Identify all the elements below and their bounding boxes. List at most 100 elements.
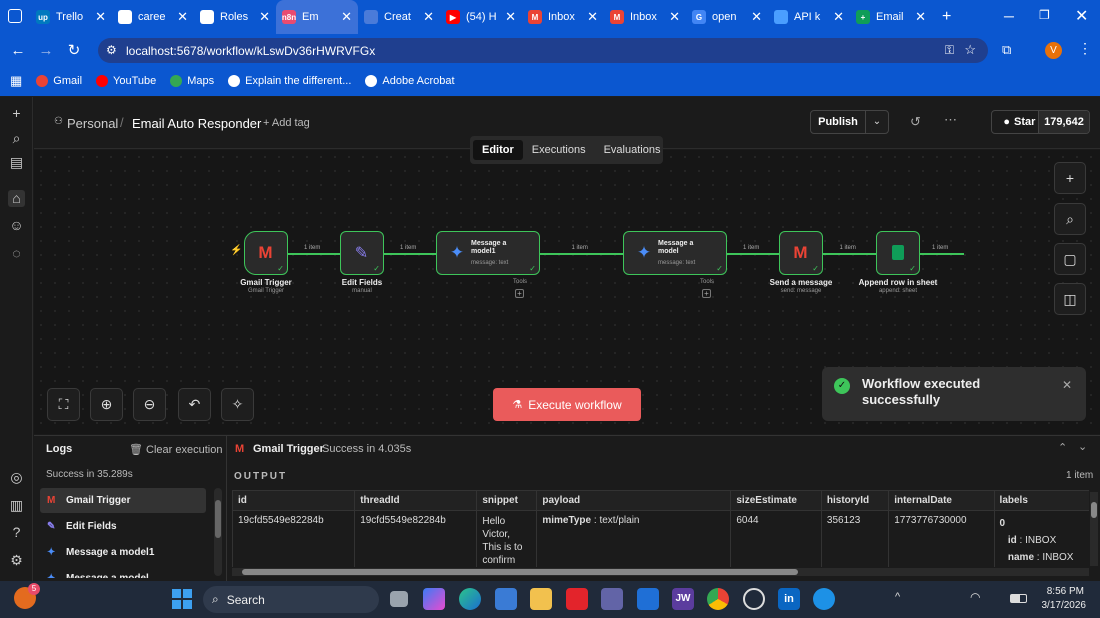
tab-close-icon[interactable]: ✕ bbox=[259, 9, 270, 25]
user-icon[interactable]: ☺ bbox=[8, 217, 25, 234]
log-item[interactable]: ✦ Message a model bbox=[40, 566, 206, 578]
tab-close-icon[interactable]: ✕ bbox=[669, 9, 680, 25]
wps-icon[interactable] bbox=[566, 588, 588, 610]
browser-tab[interactable]: n8n Em ✕ bbox=[276, 0, 358, 34]
publish-button[interactable]: Publish ⌄ bbox=[810, 110, 889, 134]
add-tool-icon[interactable]: + bbox=[702, 289, 711, 298]
tab-evaluations[interactable]: Evaluations bbox=[595, 140, 670, 160]
column-header[interactable]: threadId bbox=[354, 490, 478, 511]
tab-close-icon[interactable]: ✕ bbox=[505, 9, 516, 25]
apps-grid-icon[interactable]: ▦ bbox=[10, 73, 22, 89]
teams-icon[interactable] bbox=[601, 588, 623, 610]
node-connection[interactable] bbox=[288, 253, 340, 255]
add-tag-link[interactable]: + Add tag bbox=[263, 117, 310, 129]
add-icon[interactable]: + bbox=[8, 105, 25, 122]
github-star-button[interactable]: ● Star 179,642 bbox=[991, 110, 1090, 134]
workflow-node[interactable]: ✦ ✓ Message a model message: text bbox=[623, 231, 727, 275]
browser-menu-icon[interactable]: ⋮ bbox=[1078, 40, 1092, 57]
logs-scrollbar[interactable] bbox=[214, 488, 222, 576]
tab-close-icon[interactable]: ✕ bbox=[177, 9, 188, 25]
sidebar-toggle-icon[interactable]: ▤ bbox=[8, 154, 25, 171]
zoom-out-icon[interactable]: ⊖ bbox=[133, 388, 166, 421]
project-breadcrumb[interactable]: Personal bbox=[67, 116, 118, 131]
column-header[interactable]: internalDate bbox=[888, 490, 995, 511]
workflow-node[interactable]: M ✓ bbox=[779, 231, 823, 275]
workflow-canvas[interactable]: Editor Executions Evaluations M ✓ Gmail Trig… bbox=[34, 136, 1100, 434]
bookmark-star-icon[interactable]: ☆ bbox=[964, 42, 976, 58]
tab-editor[interactable]: Editor bbox=[473, 140, 523, 160]
search-icon[interactable]: ⌕ bbox=[8, 130, 25, 147]
log-item[interactable]: M Gmail Trigger bbox=[40, 488, 206, 513]
column-header[interactable]: id bbox=[232, 490, 356, 511]
table-vertical-scrollbar[interactable] bbox=[1090, 492, 1098, 566]
workflow-node[interactable]: M ✓ bbox=[244, 231, 288, 275]
tab-executions[interactable]: Executions bbox=[523, 140, 595, 160]
docker-icon[interactable] bbox=[813, 588, 835, 610]
tab-search-icon[interactable] bbox=[8, 9, 22, 23]
help-icon[interactable]: ? bbox=[8, 524, 25, 541]
bookmark-item[interactable]: Gmail bbox=[36, 75, 82, 87]
column-header[interactable]: payload bbox=[536, 490, 732, 511]
close-panel-icon[interactable]: ⌄ bbox=[1078, 440, 1087, 453]
home-icon[interactable]: ⌂ bbox=[8, 190, 25, 207]
history-icon[interactable]: ↺ bbox=[910, 114, 921, 130]
close-window-icon[interactable]: ✕ bbox=[1075, 6, 1088, 26]
mail-app-icon[interactable] bbox=[637, 588, 659, 610]
node-connection[interactable] bbox=[727, 253, 779, 255]
chevron-down-icon[interactable]: ⌄ bbox=[866, 111, 888, 133]
workflow-node[interactable]: ✎ ✓ bbox=[340, 231, 384, 275]
templates-icon[interactable]: ◎ bbox=[8, 469, 25, 486]
bookmark-item[interactable]: Maps bbox=[170, 75, 214, 87]
log-item[interactable]: ✎ Edit Fields bbox=[40, 514, 206, 539]
table-horizontal-scrollbar[interactable] bbox=[232, 568, 1089, 576]
jw-app-icon[interactable]: JW bbox=[672, 588, 694, 610]
column-header[interactable]: historyId bbox=[820, 490, 890, 511]
clear-execution-button[interactable]: 🗑︎ Clear execution bbox=[129, 443, 222, 456]
column-header[interactable]: sizeEstimate bbox=[730, 490, 822, 511]
settings-icon[interactable]: ⚙ bbox=[8, 552, 25, 569]
back-icon[interactable]: ← bbox=[4, 42, 32, 59]
node-connection[interactable] bbox=[384, 253, 436, 255]
insights-icon[interactable]: ▥ bbox=[8, 497, 25, 514]
linkedin-icon[interactable]: in bbox=[778, 588, 800, 610]
forward-icon[interactable]: → bbox=[32, 42, 60, 59]
task-view-icon[interactable] bbox=[390, 591, 408, 607]
tab-close-icon[interactable]: ✕ bbox=[915, 9, 926, 25]
browser-tab[interactable]: Gopen ✕ bbox=[686, 0, 768, 34]
tab-close-icon[interactable]: ✕ bbox=[341, 9, 352, 25]
execute-workflow-button[interactable]: ⚗ Execute workflow bbox=[493, 388, 641, 421]
weather-widget-icon[interactable]: 5 bbox=[14, 583, 40, 609]
node-connection[interactable] bbox=[920, 253, 964, 255]
new-tab-button[interactable]: + bbox=[942, 8, 951, 26]
clock-date[interactable]: 3/17/2026 bbox=[1030, 600, 1087, 611]
taskbar-search[interactable]: ⌕ Search bbox=[203, 586, 379, 613]
bookmark-item[interactable]: Adobe Acrobat bbox=[365, 75, 455, 87]
zoom-in-icon[interactable]: ⊕ bbox=[90, 388, 123, 421]
browser-tab[interactable]: M Inbox ✕ bbox=[522, 0, 604, 34]
edge-icon[interactable] bbox=[459, 588, 481, 610]
zoom-to-fit-icon[interactable]: ⛶ bbox=[47, 388, 80, 421]
browser-tab[interactable]: API k ✕ bbox=[768, 0, 850, 34]
browser-tab[interactable]: up Trello ✕ bbox=[30, 0, 112, 34]
url-field[interactable]: ⚙ localhost:5678/workflow/kLswDv36rHWRVF… bbox=[98, 38, 988, 63]
workflow-node[interactable]: ✦ ✓ Message a model1 message: text bbox=[436, 231, 540, 275]
node-connection[interactable] bbox=[823, 253, 876, 255]
browser-tab[interactable]: Roles ✕ bbox=[194, 0, 276, 34]
browser-tab[interactable]: caree ✕ bbox=[112, 0, 194, 34]
bookmark-item[interactable]: YouTube bbox=[96, 75, 156, 87]
store-icon[interactable] bbox=[495, 588, 517, 610]
restore-icon[interactable]: ❐ bbox=[1039, 8, 1050, 22]
tray-chevron-icon[interactable]: ^ bbox=[895, 591, 900, 603]
reload-icon[interactable]: ↻ bbox=[60, 41, 88, 59]
site-info-icon[interactable]: ⚙ bbox=[106, 43, 117, 57]
node-connection[interactable] bbox=[540, 253, 623, 255]
workflow-name[interactable]: Email Auto Responder bbox=[132, 116, 261, 131]
wifi-icon[interactable]: ◠ bbox=[970, 590, 980, 604]
add-tool-icon[interactable]: + bbox=[515, 289, 524, 298]
chat-icon[interactable]: ◌ bbox=[8, 245, 25, 262]
panel-toggle-icon[interactable]: ◫ bbox=[1054, 283, 1086, 315]
sticky-note-icon[interactable]: ▢ bbox=[1054, 243, 1086, 275]
workflow-node[interactable]: ✓ bbox=[876, 231, 920, 275]
collapse-panel-icon[interactable]: ⌃ bbox=[1058, 441, 1067, 454]
start-icon[interactable] bbox=[172, 589, 192, 609]
